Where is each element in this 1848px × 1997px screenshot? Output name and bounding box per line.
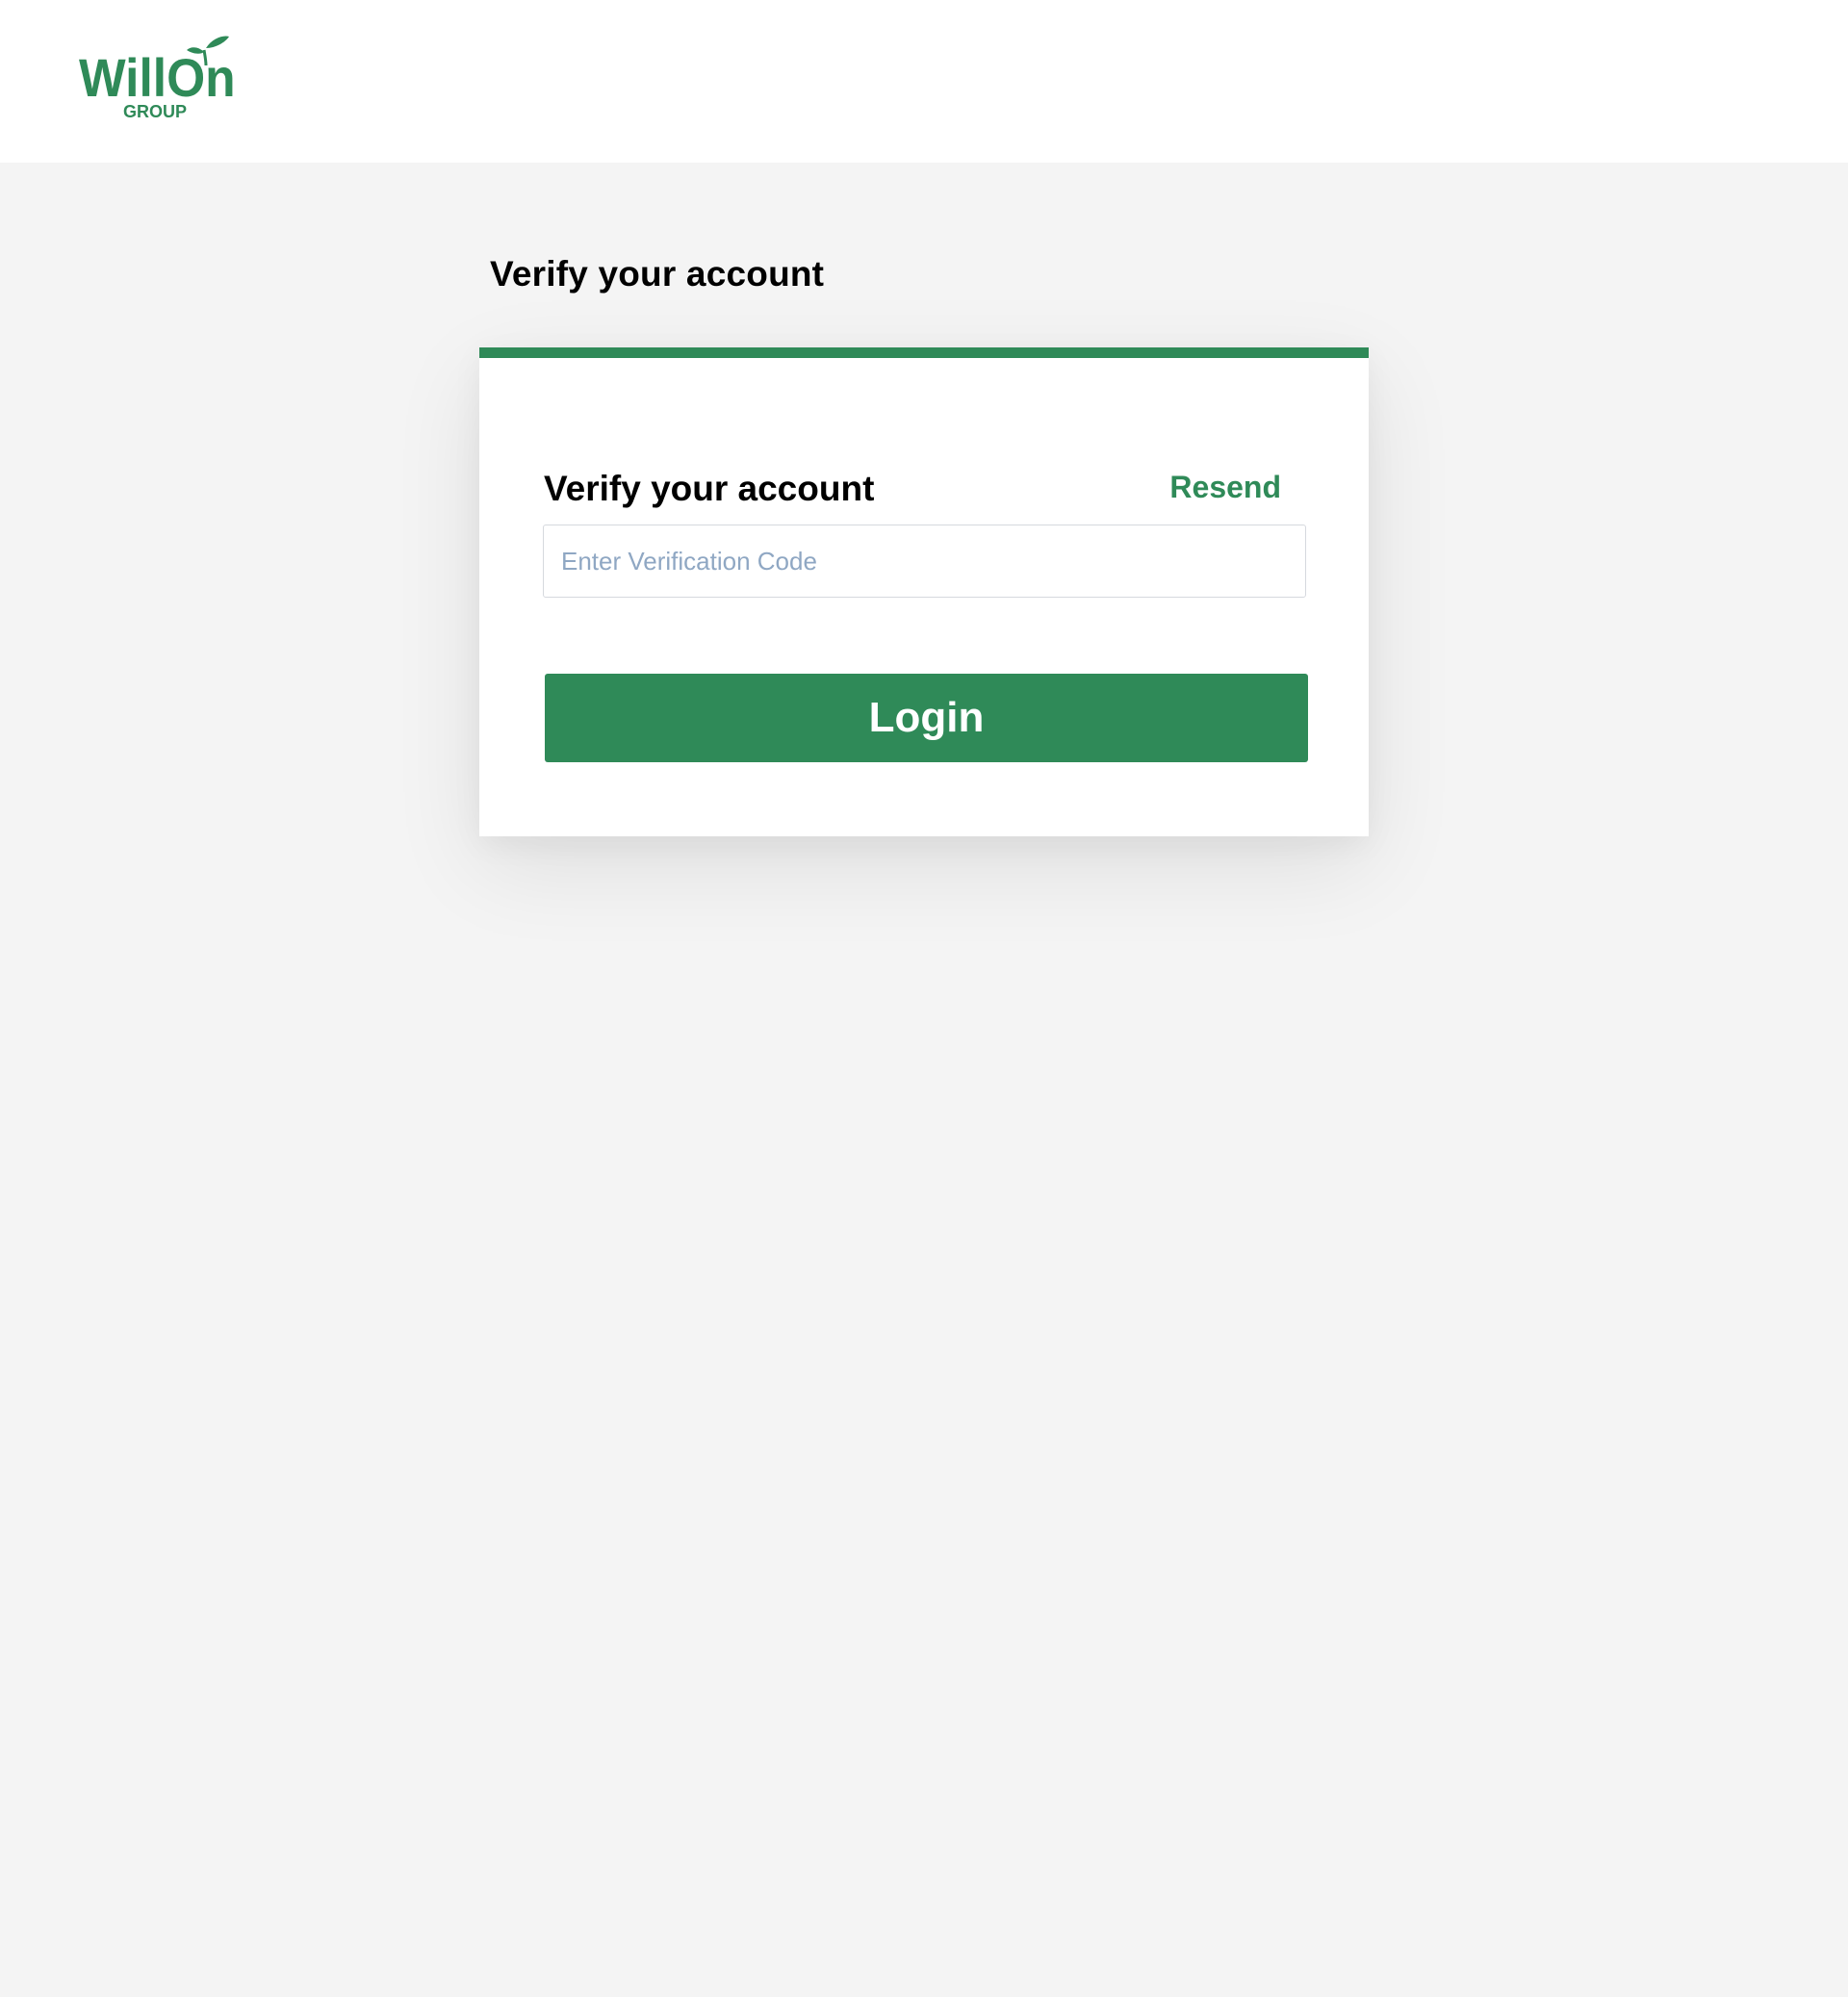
logo-subtext: GROUP	[123, 102, 187, 121]
top-bar: WillOn GROUP	[0, 0, 1848, 163]
logo-wordmark: WillOn	[79, 48, 236, 108]
verify-card: Verify your account Resend Login	[479, 347, 1369, 836]
login-button[interactable]: Login	[545, 674, 1308, 762]
resend-link[interactable]: Resend	[1169, 470, 1281, 505]
card-title: Verify your account	[544, 469, 875, 508]
logo-graphic: WillOn GROUP	[79, 36, 236, 121]
verification-code-input[interactable]	[543, 525, 1306, 598]
willon-group-logo[interactable]: WillOn GROUP	[79, 29, 252, 125]
page-title: Verify your account	[490, 254, 825, 294]
